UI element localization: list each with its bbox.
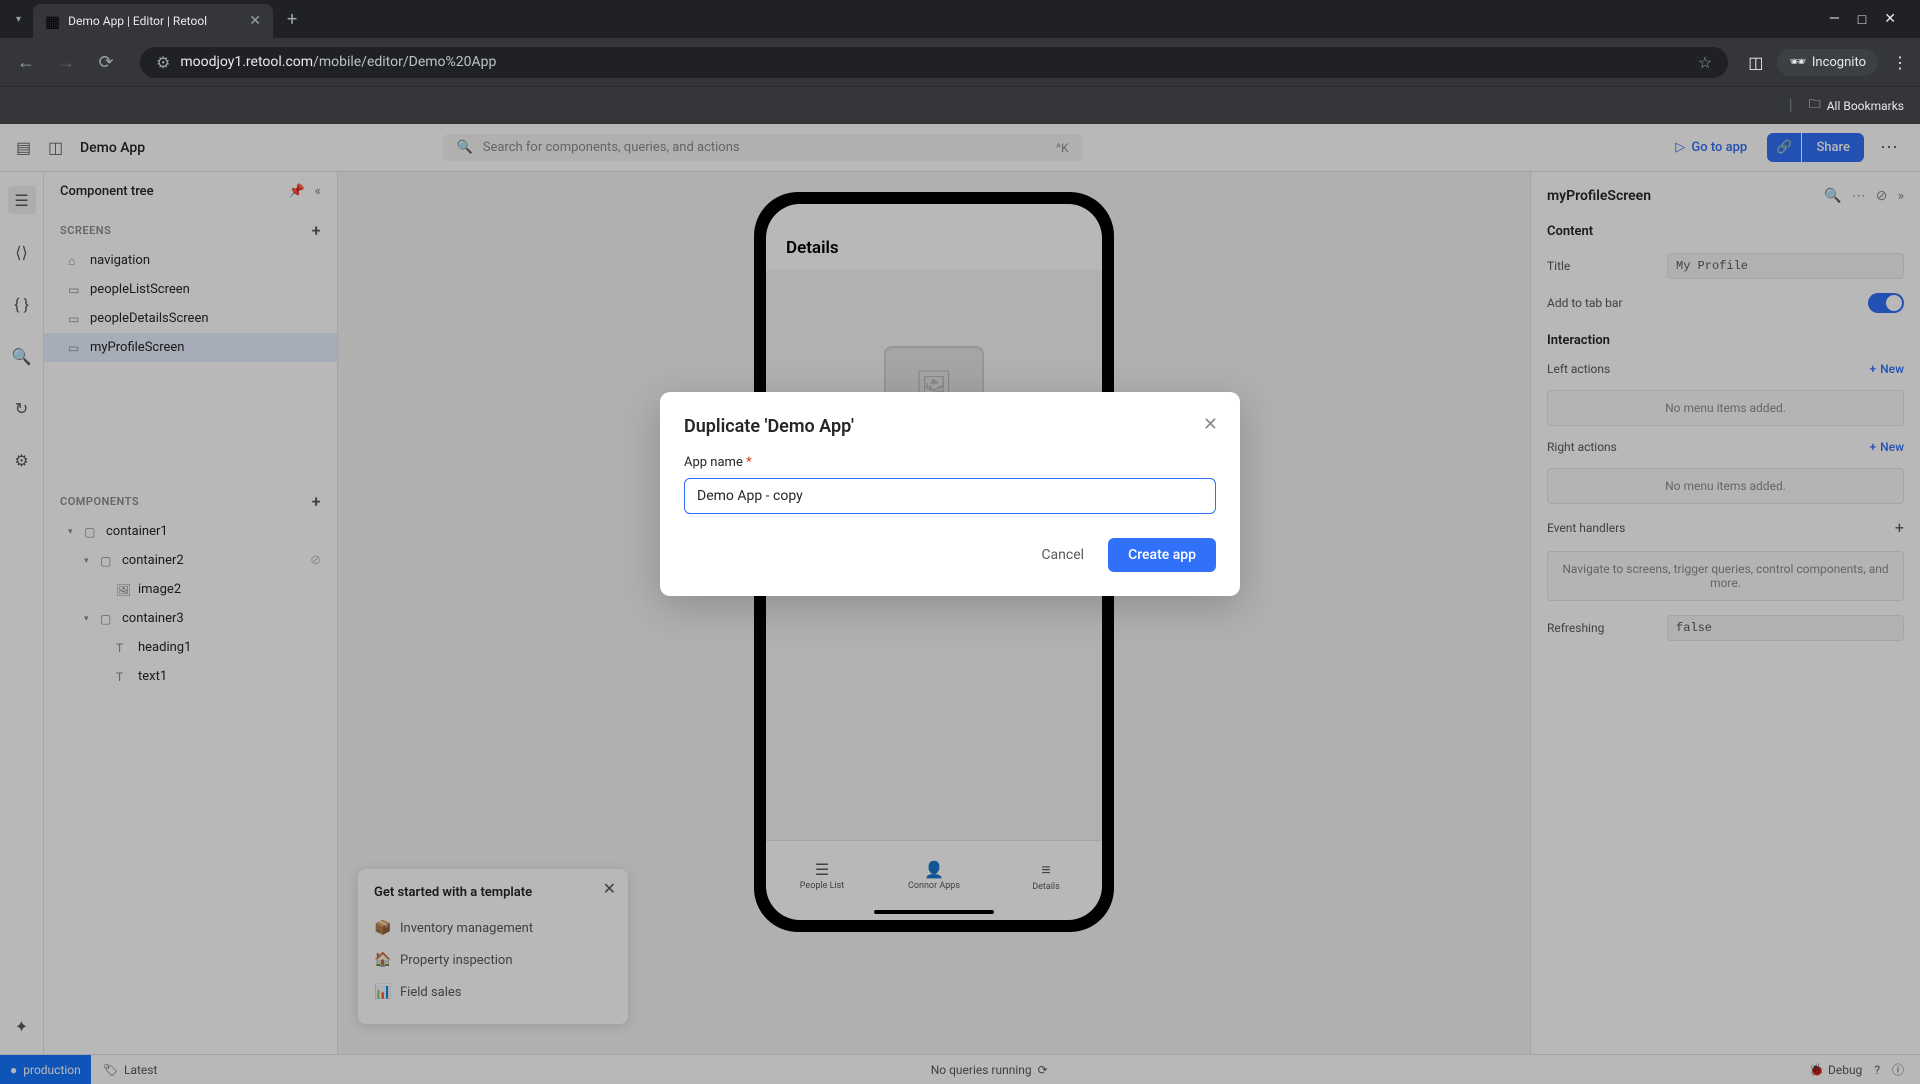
modal-overlay[interactable]: Duplicate 'Demo App' ✕ App name * Cancel… — [0, 124, 1920, 1084]
modal-title: Duplicate 'Demo App' — [684, 416, 1216, 437]
reload-icon[interactable]: ⟳ — [92, 52, 120, 73]
maximize-icon[interactable]: □ — [1858, 11, 1866, 28]
close-window-icon[interactable]: ✕ — [1884, 11, 1896, 28]
incognito-icon: 🕶 — [1789, 55, 1806, 70]
new-tab-icon[interactable]: + — [277, 5, 307, 34]
tab-strip: ▾ ▦ Demo App | Editor | Retool ✕ + ― □ ✕ — [0, 0, 1920, 38]
panel-icon[interactable]: ◫ — [1748, 53, 1763, 72]
app-name-input[interactable] — [684, 478, 1216, 514]
minimize-icon[interactable]: ― — [1829, 11, 1840, 28]
incognito-badge[interactable]: 🕶 Incognito — [1777, 49, 1878, 76]
bookmark-star-icon[interactable]: ☆ — [1698, 53, 1712, 72]
folder-icon: 🗀 — [1809, 95, 1821, 116]
window-controls: ― □ ✕ — [1829, 11, 1912, 28]
url-bar[interactable]: ⚙ moodjoy1.retool.com/mobile/editor/Demo… — [140, 47, 1728, 78]
tab-favicon-icon: ▦ — [45, 12, 60, 31]
duplicate-modal: Duplicate 'Demo App' ✕ App name * Cancel… — [660, 392, 1240, 596]
back-icon[interactable]: ← — [12, 52, 40, 73]
tab-title: Demo App | Editor | Retool — [68, 14, 241, 28]
browser-chrome: ▾ ▦ Demo App | Editor | Retool ✕ + ― □ ✕… — [0, 0, 1920, 124]
site-settings-icon[interactable]: ⚙ — [156, 53, 170, 72]
browser-toolbar: ← → ⟳ ⚙ moodjoy1.retool.com/mobile/edito… — [0, 38, 1920, 86]
create-app-button[interactable]: Create app — [1108, 538, 1216, 572]
browser-tab[interactable]: ▦ Demo App | Editor | Retool ✕ — [33, 4, 273, 38]
forward-icon[interactable]: → — [52, 52, 80, 73]
modal-close-icon[interactable]: ✕ — [1203, 414, 1218, 435]
tab-close-icon[interactable]: ✕ — [249, 13, 261, 29]
tab-list-dropdown-icon[interactable]: ▾ — [8, 10, 29, 29]
browser-menu-icon[interactable]: ⋮ — [1892, 53, 1908, 72]
app-name-label: App name * — [684, 455, 1216, 470]
url-text: moodjoy1.retool.com/mobile/editor/Demo%2… — [180, 54, 496, 70]
app-root: ▤ ◫ Demo App 🔍 Search for components, qu… — [0, 124, 1920, 1084]
cancel-button[interactable]: Cancel — [1023, 538, 1102, 572]
bookmark-bar: | 🗀 All Bookmarks — [0, 86, 1920, 124]
all-bookmarks-button[interactable]: 🗀 All Bookmarks — [1809, 95, 1904, 116]
